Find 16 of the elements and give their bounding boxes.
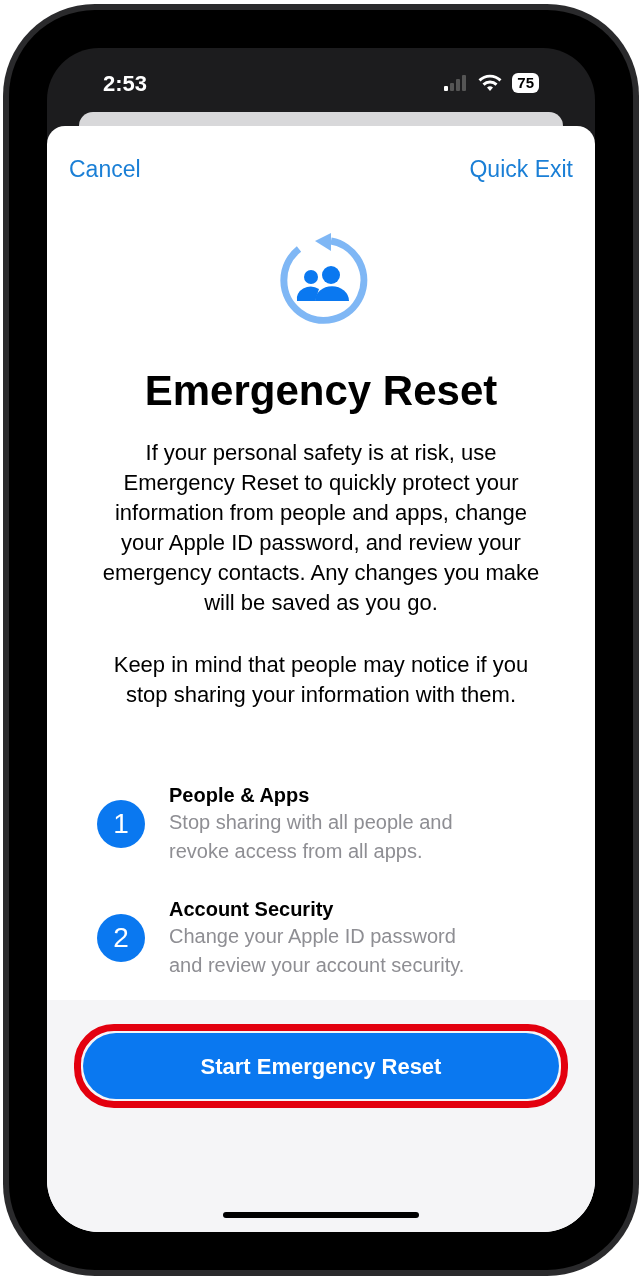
description-text: If your personal safety is at risk, use Emergency Reset to quickly protect your information from people and apps, change your Apple ID password, and review your emergency contacts. Any changes you make will be saved as you go.: [101, 438, 541, 617]
title: Emergency Reset: [143, 365, 499, 416]
quick-exit-button[interactable]: Quick Exit: [469, 152, 573, 187]
step-description: Change your Apple ID password and review your account security.: [169, 923, 466, 978]
description-text: Keep in mind that people may notice if you stop sharing your information with them.: [112, 650, 530, 709]
wifi-icon: [478, 74, 503, 92]
signal-icon: [444, 75, 469, 91]
step-title: People & Apps: [169, 782, 311, 808]
step-description: Stop sharing with all people and revoke access from all apps.: [169, 809, 454, 864]
cancel-button[interactable]: Cancel: [69, 152, 141, 187]
status-time: 2:53: [103, 69, 148, 98]
start-reset-button[interactable]: Start Emergency Reset: [83, 1033, 559, 1099]
step-title: Account Security: [169, 896, 335, 922]
step-number: 2: [97, 913, 145, 962]
battery-indicator: 75: [512, 73, 539, 93]
step-number: 1: [97, 799, 145, 848]
